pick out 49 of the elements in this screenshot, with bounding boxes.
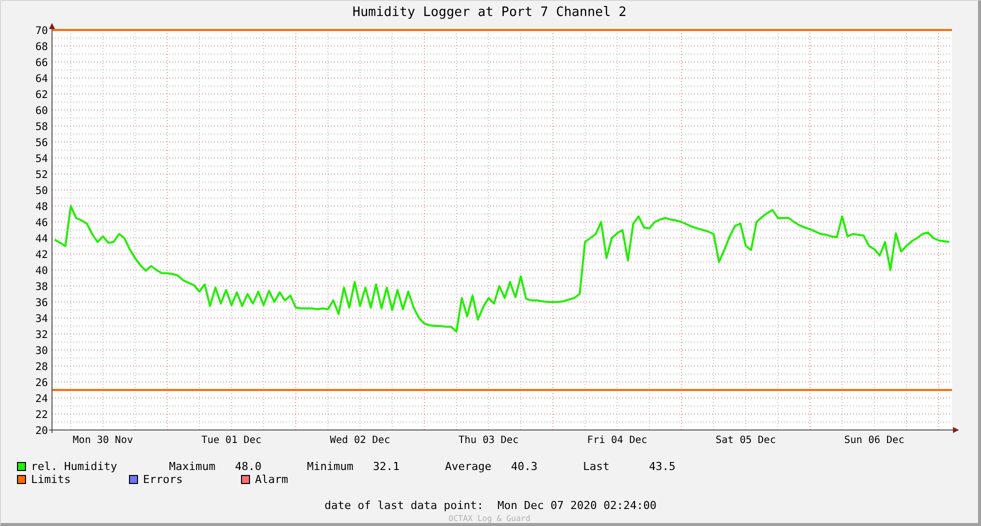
y-tick-label: 42 [35,248,48,260]
legend-label: Errors [143,472,183,486]
y-tick-label: 54 [35,152,48,164]
stat-value: 43.5 [649,460,676,472]
y-tick-label: 58 [35,120,48,132]
y-tick-label: 60 [35,104,48,116]
y-tick-label: 34 [35,312,48,324]
legend-label: Limits [31,472,71,486]
footer-label: date of last data point: [324,498,484,514]
y-tick-label: 38 [35,280,48,292]
y-tick-label: 68 [35,40,48,52]
credit-text: OCTAX Log & Guard [448,514,530,523]
y-tick-label: 28 [35,360,48,372]
y-tick-label: 64 [35,72,48,84]
y-tick-label: 26 [35,376,48,388]
y-tick-label: 30 [35,344,48,356]
x-tick-label: Tue 01 Dec [201,434,262,446]
legend-label: rel. Humidity [31,460,118,472]
y-tick-label: 56 [35,136,48,148]
x-tick-label: Wed 02 Dec [330,434,390,446]
x-tick-label: Mon 30 Nov [72,434,133,446]
stat-value: 40.3 [511,460,538,472]
stat-value: 48.0 [235,460,262,472]
y-tick-label: 48 [35,200,48,212]
x-tick-label: Sat 05 Dec [716,434,776,446]
y-tick-label: 50 [35,184,48,196]
y-tick-label: 40 [35,264,48,276]
y-tick-label: 52 [35,168,48,180]
y-tick-label: 32 [35,328,48,340]
y-tick-label: 44 [35,232,48,244]
stat-label: Average [445,460,492,472]
x-tick-label: Thu 03 Dec [458,434,519,446]
x-tick-label: Sun 06 Dec [844,434,904,446]
stat-label: Minimum [307,460,354,472]
y-tick-label: 36 [35,296,48,308]
legend-label: Alarm [255,472,288,486]
y-tick-label: 70 [35,24,48,36]
y-tick-label: 62 [35,88,48,100]
stat-label: Last [583,460,610,472]
y-tick-label: 24 [35,392,48,404]
y-tick-label: 22 [35,408,48,420]
stat-label: Maximum [169,460,216,472]
y-tick-label: 20 [35,424,48,436]
chart-title: Humidity Logger at Port 7 Channel 2 [352,4,626,22]
footer-value: Mon Dec 07 2020 02:24:00 [498,498,656,514]
y-tick-label: 46 [35,216,48,228]
stat-value: 32.1 [373,460,400,472]
y-tick-label: 66 [35,56,48,68]
x-tick-label: Fri 04 Dec [587,434,648,446]
